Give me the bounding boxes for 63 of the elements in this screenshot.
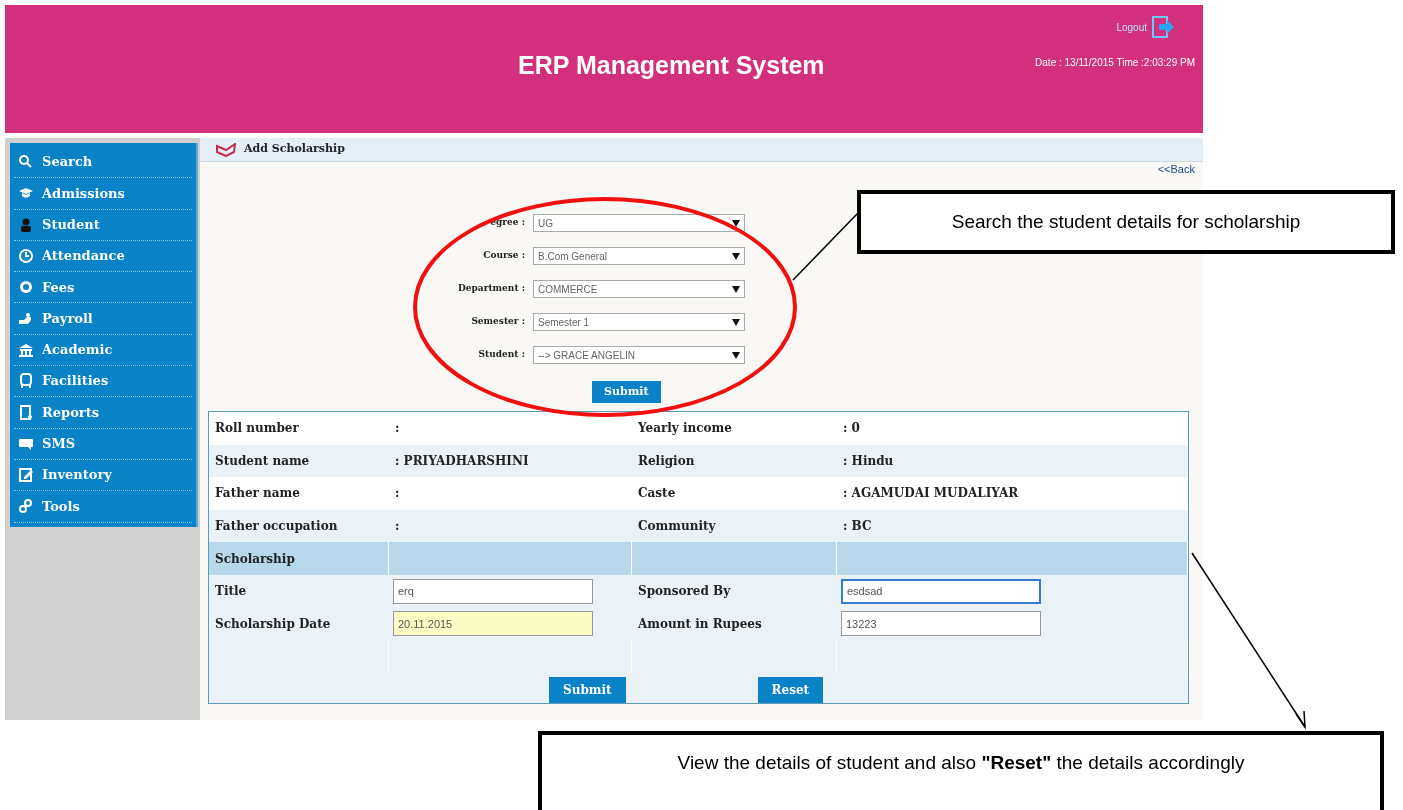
- input-field[interactable]: 20.11.2015: [393, 611, 593, 637]
- sidebar-item[interactable]: SMS: [14, 428, 192, 460]
- caret-icon: [732, 219, 740, 227]
- sidebar-item[interactable]: Facilities: [14, 366, 192, 398]
- dropdown[interactable]: B.Com General: [533, 247, 745, 265]
- callout-box: View the details of student and also "Reset" the details accordingly: [538, 731, 1384, 810]
- document-icon: [18, 404, 34, 421]
- field-label: egree :: [489, 216, 525, 230]
- field-value: :: [389, 509, 632, 543]
- sidebar-item[interactable]: Student: [14, 209, 192, 241]
- field-label: Title: [209, 574, 389, 608]
- page-title: Add Scholarship: [244, 141, 345, 158]
- field-value: : BC: [837, 509, 1188, 543]
- dropdown[interactable]: COMMERCE: [533, 280, 745, 298]
- exit-icon: [1151, 15, 1175, 39]
- bus-icon: [18, 373, 34, 390]
- field-label: Scholarship Date: [209, 607, 389, 641]
- submit-button[interactable]: Submit: [549, 676, 626, 703]
- field-label: Religion: [632, 444, 837, 478]
- field-label: Amount in Rupees: [632, 607, 837, 641]
- field-label: Community: [632, 509, 837, 543]
- building-icon: [18, 341, 34, 358]
- field-label: Student name: [209, 444, 389, 478]
- field-label: Father occupation: [209, 509, 389, 543]
- input-field[interactable]: erq: [393, 578, 593, 604]
- submit-button[interactable]: Submit: [592, 381, 661, 403]
- dropdown[interactable]: UG: [533, 214, 745, 232]
- caret-icon: [732, 351, 740, 359]
- sidebar-item[interactable]: Reports: [14, 397, 192, 429]
- caret-icon: [732, 285, 740, 293]
- input-field[interactable]: esdsad: [841, 578, 1041, 604]
- person-icon: [18, 216, 34, 233]
- callout-box: Search the student details for scholarship: [857, 190, 1395, 254]
- sidebar-item[interactable]: Fees: [14, 272, 192, 304]
- sidebar-item[interactable]: Academic: [14, 334, 192, 367]
- sidebar-item[interactable]: Payroll: [14, 303, 192, 335]
- sidebar-item[interactable]: Admissions: [14, 178, 192, 210]
- clock-icon: [18, 248, 34, 265]
- sidebar-item[interactable]: Attendance: [14, 240, 192, 273]
- caret-icon: [732, 252, 740, 260]
- dropdown[interactable]: --> GRACE ANGELIN: [533, 346, 745, 364]
- field-value: : Hindu: [837, 444, 1188, 478]
- edit-icon: [18, 467, 34, 484]
- field-value: : PRIYADHARSHINI: [389, 444, 632, 478]
- field-label: Sponsored By: [632, 574, 837, 608]
- date-time-text: Date : 13/11/2015 Time :2:03:29 PM: [1035, 56, 1195, 70]
- leader-line: [792, 212, 859, 281]
- coin-icon: [18, 279, 34, 296]
- reset-button[interactable]: Reset: [757, 676, 824, 703]
- sidebar-item[interactable]: Inventory: [14, 459, 192, 492]
- input-field[interactable]: 13223: [841, 611, 1041, 637]
- caret-icon: [732, 318, 740, 326]
- dropdown[interactable]: Semester 1: [533, 313, 745, 331]
- app-title: ERP Management System: [518, 50, 825, 81]
- field-label: Course :: [482, 249, 525, 263]
- section-header: Scholarship: [209, 542, 389, 575]
- field-label: Student :: [477, 348, 525, 362]
- sidebar-item[interactable]: Search: [14, 147, 192, 179]
- logout-link[interactable]: Logout: [1116, 15, 1175, 39]
- back-link[interactable]: <<Back: [1157, 162, 1195, 176]
- field-label: Department :: [457, 282, 525, 296]
- field-label: Semester :: [470, 315, 525, 329]
- sidebar-item[interactable]: Tools: [14, 491, 192, 523]
